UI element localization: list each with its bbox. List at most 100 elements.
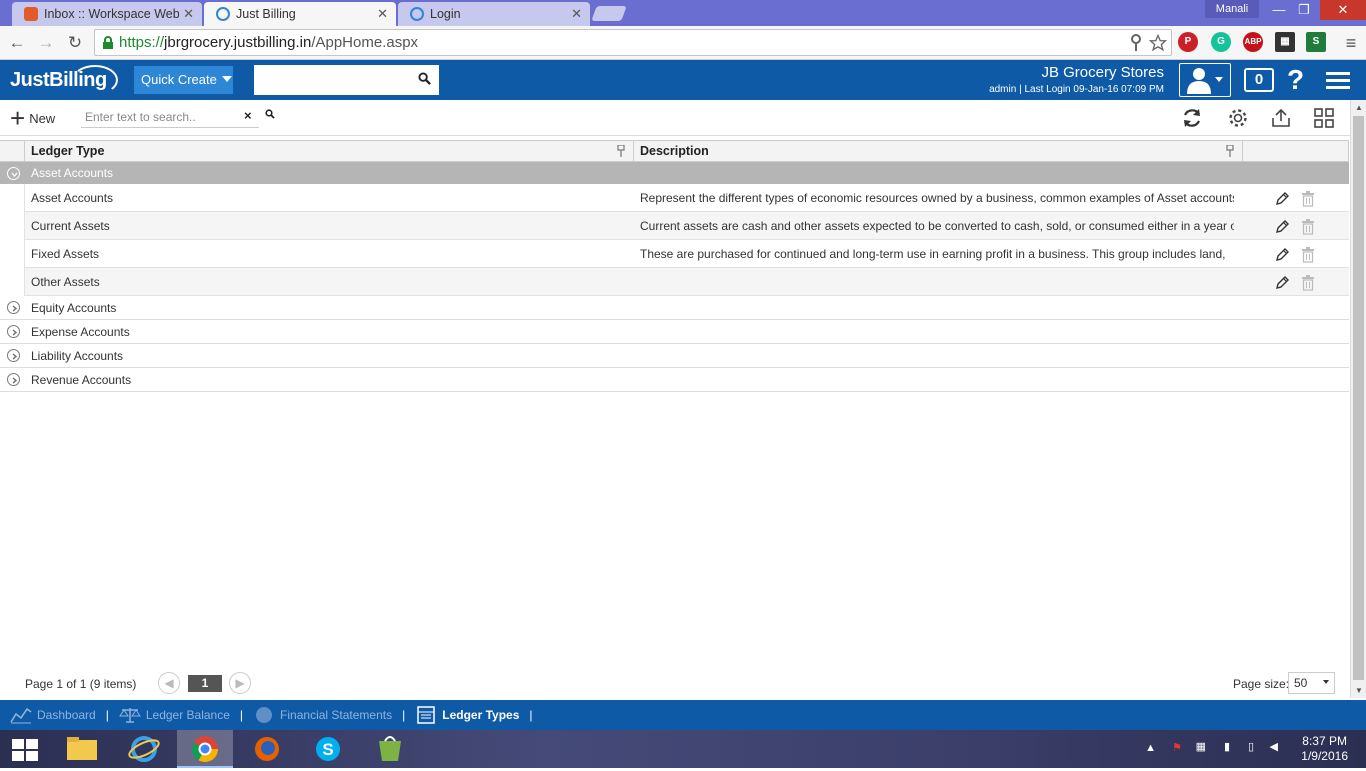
tab-close-icon[interactable]: ✕ xyxy=(571,6,582,22)
browser-tab-login[interactable]: Login ✕ xyxy=(398,2,590,26)
expand-icon[interactable] xyxy=(7,325,20,338)
windows-tray-icon[interactable]: ▦ xyxy=(1196,740,1206,753)
hamburger-menu-icon[interactable] xyxy=(1326,72,1350,90)
edit-pencil-icon[interactable] xyxy=(1274,219,1290,235)
tray-expand-icon[interactable]: ▲ xyxy=(1145,742,1156,754)
new-button[interactable]: + New xyxy=(10,105,55,131)
dropdown-arrow-icon xyxy=(1323,680,1329,684)
expand-icon[interactable] xyxy=(7,349,20,362)
browser-tab-justbilling[interactable]: Just Billing ✕ xyxy=(204,2,396,26)
store-name: JB Grocery Stores xyxy=(1041,64,1164,81)
tab-close-icon[interactable]: ✕ xyxy=(183,6,194,22)
taskbar-file-explorer[interactable] xyxy=(54,730,110,768)
user-avatar-icon xyxy=(1187,68,1223,94)
taskbar-firefox[interactable] xyxy=(239,730,295,768)
window-close-icon[interactable]: ✕ xyxy=(1320,0,1366,20)
bottom-nav-dashboard[interactable]: Dashboard xyxy=(10,706,96,724)
settings-gear-icon[interactable] xyxy=(1226,106,1250,130)
minimize-icon[interactable]: — xyxy=(1266,0,1292,20)
export-icon[interactable] xyxy=(1269,106,1293,130)
scroll-up-icon[interactable]: ▲ xyxy=(1355,103,1363,112)
prev-page-icon[interactable]: ◀ xyxy=(158,672,180,694)
group-row-collapsed[interactable]: Revenue Accounts xyxy=(0,368,1349,392)
taskbar-skype[interactable]: S xyxy=(300,730,356,768)
edit-pencil-icon[interactable] xyxy=(1274,247,1290,263)
filter-pin-icon[interactable] xyxy=(617,145,625,157)
chrome-menu-icon[interactable]: ≡ xyxy=(1340,32,1362,54)
back-icon[interactable]: ← xyxy=(6,32,28,54)
help-icon[interactable]: ? xyxy=(1287,64,1304,96)
search-icon[interactable] xyxy=(418,72,431,85)
bottom-nav-financial-statements[interactable]: Financial Statements xyxy=(253,706,392,724)
windows-start-icon[interactable] xyxy=(12,739,38,761)
page-size-label: Page size: xyxy=(1233,677,1290,691)
justbilling-logo[interactable]: JustBilling xyxy=(10,65,118,95)
column-chooser-icon[interactable] xyxy=(1312,106,1336,130)
restore-icon[interactable]: ❐ xyxy=(1291,0,1317,20)
current-page-button[interactable]: 1 xyxy=(188,675,222,692)
notifications-button[interactable]: 0 xyxy=(1244,68,1274,92)
filter-pin-icon[interactable] xyxy=(1226,145,1234,157)
browser-tabstrip: Inbox :: Workspace Webm ✕ Just Billing ✕… xyxy=(0,0,1366,26)
delete-trash-icon[interactable] xyxy=(1301,219,1315,235)
taskbar-clock[interactable]: 8:37 PM 1/9/2016 xyxy=(1301,734,1348,764)
skype-icon: S xyxy=(316,737,340,761)
table-row[interactable]: Fixed Assets These are purchased for con… xyxy=(0,240,1349,268)
clock-time: 8:37 PM xyxy=(1302,734,1347,748)
battery-icon[interactable]: ▮ xyxy=(1224,740,1230,753)
table-row[interactable]: Current Assets Current assets are cash a… xyxy=(0,212,1349,240)
vertical-scrollbar[interactable]: ▲ ▼ xyxy=(1350,100,1366,698)
search-icon[interactable] xyxy=(265,109,275,119)
scrollbar-thumb[interactable] xyxy=(1353,116,1364,680)
forward-icon[interactable]: → xyxy=(35,32,57,54)
grammarly-icon[interactable]: G xyxy=(1211,32,1231,52)
quick-create-button[interactable]: Quick Create xyxy=(134,66,233,94)
delete-trash-icon[interactable] xyxy=(1301,247,1315,263)
pinterest-icon[interactable]: P xyxy=(1178,32,1198,52)
action-center-flag-icon[interactable]: ⚑ xyxy=(1172,741,1182,754)
taskbar-chrome[interactable] xyxy=(177,730,233,768)
bookmark-star-icon[interactable] xyxy=(1149,34,1167,52)
page-size-select[interactable]: 50 xyxy=(1288,672,1335,694)
key-icon[interactable] xyxy=(1129,34,1143,52)
browser-tab-inbox[interactable]: Inbox :: Workspace Webm ✕ xyxy=(12,2,202,26)
user-menu-button[interactable] xyxy=(1179,63,1231,97)
table-row[interactable]: Asset Accounts Represent the different t… xyxy=(0,184,1349,212)
tab-close-icon[interactable]: ✕ xyxy=(377,6,388,22)
film-icon[interactable]: ▦ xyxy=(1275,32,1295,52)
reload-icon[interactable]: ↻ xyxy=(64,32,86,54)
delete-trash-icon[interactable] xyxy=(1301,191,1315,207)
column-header-ledger-type[interactable]: Ledger Type xyxy=(24,141,634,162)
taskbar-internet-explorer[interactable] xyxy=(116,730,172,768)
bottom-nav-ledger-types[interactable]: Ledger Types xyxy=(415,706,519,724)
volume-icon[interactable]: ◀ xyxy=(1270,740,1278,753)
delete-trash-icon[interactable] xyxy=(1301,275,1315,291)
expand-icon[interactable] xyxy=(7,301,20,314)
clear-search-icon[interactable]: × xyxy=(244,108,252,123)
refresh-icon[interactable] xyxy=(1180,106,1204,130)
taskbar-app[interactable] xyxy=(362,730,418,768)
bottom-nav-ledger-balance[interactable]: Ledger Balance xyxy=(118,706,230,724)
browser-profile-chip[interactable]: Manali xyxy=(1205,0,1259,18)
scroll-down-icon[interactable]: ▼ xyxy=(1355,686,1363,695)
group-row-collapsed[interactable]: Equity Accounts xyxy=(0,296,1349,320)
address-bar[interactable]: https://jbrgrocery.justbilling.in/AppHom… xyxy=(94,29,1172,56)
network-signal-icon[interactable]: ▯ xyxy=(1248,740,1254,753)
group-row-collapsed[interactable]: Liability Accounts xyxy=(0,344,1349,368)
adblock-icon[interactable]: ABP xyxy=(1243,32,1263,52)
extension-s-icon[interactable]: S xyxy=(1306,32,1326,52)
expand-icon[interactable] xyxy=(7,373,20,386)
group-row-expanded[interactable]: Asset Accounts xyxy=(0,162,1349,184)
edit-pencil-icon[interactable] xyxy=(1274,191,1290,207)
grid-search-input[interactable] xyxy=(81,106,259,128)
collapse-icon[interactable] xyxy=(7,167,20,180)
edit-pencil-icon[interactable] xyxy=(1274,275,1290,291)
group-row-collapsed[interactable]: Expense Accounts xyxy=(0,320,1349,344)
table-row[interactable]: Other Assets xyxy=(0,268,1349,296)
new-tab-button[interactable] xyxy=(591,6,627,21)
ledger-types-grid: Ledger Type Description Asset Accounts A… xyxy=(0,140,1349,392)
column-header-description[interactable]: Description xyxy=(633,141,1243,162)
webmail-icon xyxy=(24,7,38,21)
next-page-icon[interactable]: ▶ xyxy=(229,672,251,694)
header-search-input[interactable] xyxy=(254,65,439,95)
